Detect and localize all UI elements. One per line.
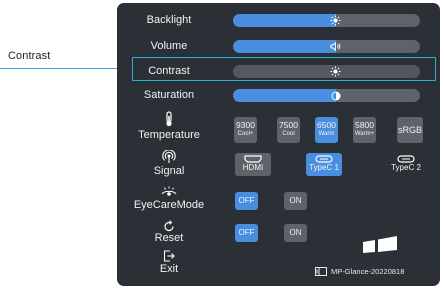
eyecare-label: EyeCareMode: [133, 199, 205, 211]
hdmi-port-icon: [244, 155, 262, 163]
volume-label: Volume: [150, 40, 188, 52]
saturation-label: Saturation: [143, 89, 195, 101]
sun-icon: [330, 14, 342, 27]
signal-label: Signal: [153, 165, 185, 177]
volume-fill: [233, 40, 336, 53]
signal-hdmi-label: HDMI: [242, 163, 264, 172]
temp-7500-sub: Cool: [282, 131, 295, 137]
signal-typec1-button[interactable]: TypeC 1: [306, 153, 342, 176]
reset-on-button[interactable]: ON: [284, 224, 307, 242]
signal-typec2-label: TypeC 2: [391, 163, 421, 172]
reset-label: Reset: [154, 232, 184, 244]
temperature-label: Temperature: [138, 129, 200, 141]
backlight-fill: [233, 14, 336, 27]
eyecare-on-button[interactable]: ON: [284, 192, 307, 210]
callout-line: [0, 68, 132, 69]
version-text: MP-Glance-20220818: [331, 267, 405, 276]
signal-typec1-label: TypeC 1: [309, 163, 339, 172]
backlight-label: Backlight: [146, 14, 192, 26]
temp-6500-value: 6500: [317, 120, 336, 130]
temp-6500-button[interactable]: 6500 Warm: [315, 117, 338, 143]
temp-7500-value: 7500: [279, 120, 298, 130]
temp-9300-value: 9300: [236, 120, 255, 130]
temp-5800-sub: Warm+: [354, 131, 375, 137]
temp-5800-button[interactable]: 5800 Warm+: [353, 117, 376, 143]
typec-port-icon: [315, 155, 333, 163]
contrast-highlight-box: [132, 57, 436, 81]
saturation-fill: [233, 89, 336, 102]
speaker-icon: [330, 40, 342, 53]
temp-5800-value: 5800: [355, 120, 374, 130]
half-circle-icon: [330, 89, 342, 102]
temp-6500-sub: Warm: [318, 131, 335, 137]
eyecare-off-button[interactable]: OFF: [235, 192, 258, 210]
signal-typec2-button[interactable]: TypeC 2: [388, 153, 424, 176]
contrast-callout-label: Contrast: [8, 50, 51, 62]
exit-label: Exit: [159, 263, 179, 275]
osd-panel: Backlight Volume Contrast Saturation Tem…: [117, 3, 440, 286]
volume-slider[interactable]: [233, 40, 420, 53]
srgb-button[interactable]: sRGB: [397, 117, 423, 143]
backlight-slider[interactable]: [233, 14, 420, 27]
version-footer: MP-Glance-20220818: [315, 267, 404, 276]
temp-9300-sub: Cool+: [237, 131, 254, 137]
monitor-icon: [361, 235, 399, 260]
reset-off-button[interactable]: OFF: [235, 224, 258, 242]
typec-port-icon: [397, 155, 415, 163]
temp-9300-button[interactable]: 9300 Cool+: [234, 117, 257, 143]
window-icon: [315, 267, 327, 276]
saturation-slider[interactable]: [233, 89, 420, 102]
temp-7500-button[interactable]: 7500 Cool: [277, 117, 300, 143]
signal-hdmi-button[interactable]: HDMI: [235, 153, 271, 176]
